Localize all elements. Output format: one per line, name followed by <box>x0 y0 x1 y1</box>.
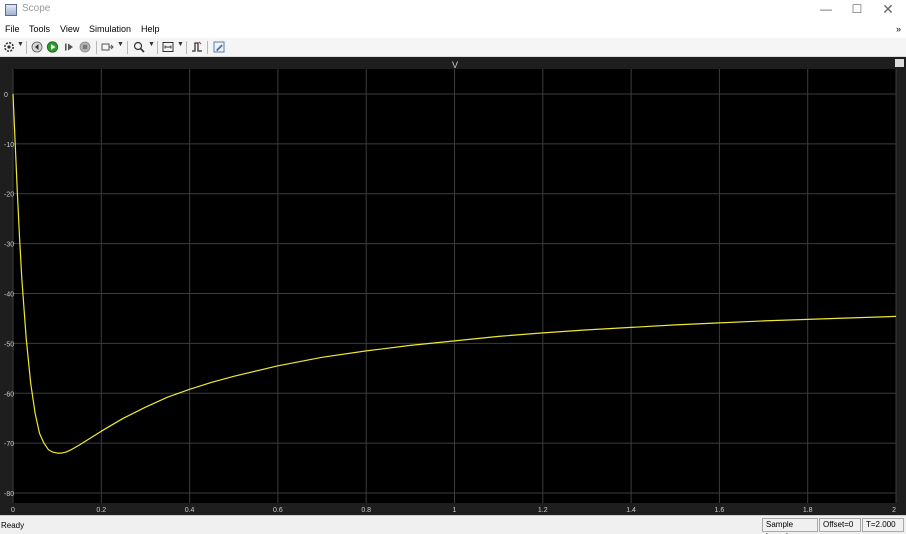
y-tick-label: -70 <box>4 441 14 448</box>
triggers-icon[interactable] <box>191 41 203 53</box>
scope-window: Scope — ☐ ✕ File Tools View Simulation H… <box>0 0 906 534</box>
step-back-icon[interactable] <box>31 41 43 53</box>
x-tick-label: 1.8 <box>803 507 813 514</box>
step-forward-icon[interactable] <box>63 41 75 53</box>
status-ready-text: Ready <box>1 521 25 530</box>
menu-simulation[interactable]: Simulation <box>89 24 131 34</box>
title-bar: Scope — ☐ ✕ <box>0 0 906 20</box>
close-button[interactable]: ✕ <box>873 0 903 20</box>
x-tick-label: 1.4 <box>626 507 636 514</box>
plot-title: V <box>451 60 458 70</box>
menu-help[interactable]: Help <box>141 24 160 34</box>
y-tick-label: -20 <box>4 192 14 199</box>
x-tick-label: 0.8 <box>361 507 371 514</box>
x-tick-label: 0 <box>11 507 15 514</box>
highlight-dropdown-icon[interactable]: ▼ <box>117 41 124 48</box>
offset-indicator: Offset=0 <box>819 518 861 532</box>
x-tick-label: 0.6 <box>273 507 283 514</box>
x-tick-label: 1.6 <box>715 507 725 514</box>
toolbar-separator <box>207 41 208 54</box>
scope-chart[interactable]: 0 0.2 0.4 0.6 0.8 1 1.2 1.4 1.6 1.8 2 0 -10 -20 -30 -4… <box>0 57 906 515</box>
toolbar-separator <box>96 41 97 54</box>
x-tick-label: 0.4 <box>185 507 195 514</box>
status-bar: Ready Sample based Offset=0 T=2.000 <box>0 515 906 534</box>
zoom-dropdown-icon[interactable]: ▼ <box>148 41 155 48</box>
menu-tools[interactable]: Tools <box>29 24 50 34</box>
sample-mode-indicator: Sample based <box>762 518 818 534</box>
minimize-button[interactable]: — <box>811 0 841 20</box>
settings-gear-icon[interactable] <box>3 41 15 53</box>
toolbar-separator <box>26 41 27 54</box>
simulation-time-indicator: T=2.000 <box>862 518 904 532</box>
toolbar-separator <box>127 41 128 54</box>
x-tick-label: 0.2 <box>96 507 106 514</box>
menu-file[interactable]: File <box>5 24 20 34</box>
fit-dropdown-icon[interactable]: ▼ <box>177 41 184 48</box>
plot-area: V 0 0.2 0.4 0.6 0.8 1 1.2 1.4 1.6 1.8 2 0 -10 -20 -30… <box>0 57 906 515</box>
zoom-in-icon[interactable] <box>133 41 145 53</box>
y-tick-label: -80 <box>4 491 14 498</box>
x-tick-label: 1 <box>453 507 457 514</box>
x-tick-labels: 0 0.2 0.4 0.6 0.8 1 1.2 1.4 1.6 1.8 2 <box>11 507 896 514</box>
y-tick-label: 0 <box>4 92 8 99</box>
scope-app-icon <box>5 4 17 16</box>
expand-plot-icon[interactable] <box>895 59 904 67</box>
x-tick-label: 2 <box>892 507 896 514</box>
menu-view[interactable]: View <box>60 24 79 34</box>
y-tick-label: -50 <box>4 341 14 348</box>
toolbar: ▼ ▼ ▼ ▼ <box>0 38 906 57</box>
highlight-block-icon[interactable] <box>101 41 114 53</box>
maximize-button[interactable]: ☐ <box>842 0 872 20</box>
settings-dropdown-icon[interactable]: ▼ <box>17 41 24 48</box>
y-tick-label: -10 <box>4 142 14 149</box>
fit-axes-icon[interactable] <box>162 41 174 53</box>
stop-icon[interactable] <box>79 41 91 53</box>
menu-overflow-icon[interactable]: » <box>896 24 901 34</box>
y-tick-label: -30 <box>4 242 14 249</box>
window-title: Scope <box>22 3 51 14</box>
menu-bar: File Tools View Simulation Help » <box>0 20 906 38</box>
edit-parameters-icon[interactable] <box>213 41 225 53</box>
x-tick-label: 1.2 <box>538 507 548 514</box>
run-icon[interactable] <box>46 41 59 53</box>
y-tick-label: -60 <box>4 391 14 398</box>
toolbar-separator <box>186 41 187 54</box>
y-tick-label: -40 <box>4 291 14 298</box>
toolbar-separator <box>157 41 158 54</box>
